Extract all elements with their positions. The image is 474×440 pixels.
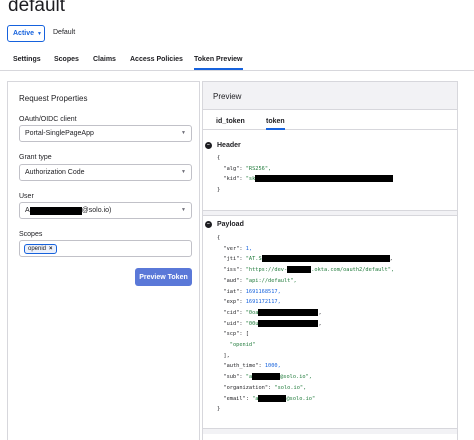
json-key: "scp": [ <box>223 331 249 338</box>
payload-json: { "ver": 1, "jti": "AT.S, "iss": "https:… <box>217 233 394 415</box>
json-value: 1, <box>245 245 253 252</box>
payload-section-title: Payload <box>217 221 244 228</box>
json-key: "cid": <box>223 309 246 316</box>
json-punct: , <box>389 256 393 263</box>
caret-down-icon: ▼ <box>181 130 186 136</box>
scopes-input[interactable]: openid × <box>19 240 192 257</box>
header-section-toggle[interactable]: − Header <box>205 142 241 149</box>
grant-type-value: Authorization Code <box>25 169 85 176</box>
json-value: 1691168517, <box>245 288 281 295</box>
redacted-block <box>255 175 394 183</box>
json-value: .okta.com/oauth2/default", <box>311 267 395 274</box>
json-value: "sk <box>245 176 256 183</box>
json-key: "uid": <box>223 320 246 327</box>
json-key: "jti": <box>223 256 246 263</box>
json-value: "solo.io", <box>274 384 307 391</box>
redacted-block <box>287 266 312 274</box>
json-value: "00u <box>245 320 259 327</box>
json-value: "https://dev- <box>245 267 288 274</box>
request-properties-card: Request Properties OAuth/OIDC client Por… <box>7 81 200 440</box>
redacted-block <box>29 206 82 215</box>
tab-access-policies[interactable]: Access Policies <box>130 56 183 63</box>
scope-chip: openid × <box>24 243 57 254</box>
json-key: "aud": <box>223 277 246 284</box>
scope-chip-label: openid <box>28 245 47 252</box>
request-properties-title: Request Properties <box>19 94 88 103</box>
status-label: Active <box>13 30 35 37</box>
json-value: "api://default", <box>245 277 297 284</box>
json-value: "0oa <box>245 309 259 316</box>
json-key: "ver": <box>223 245 246 252</box>
json-value: @solo.io", <box>280 374 312 381</box>
tab-id-token[interactable]: id_token <box>216 118 245 125</box>
header-json: { "alg": "RS256", "kid": "sk } <box>217 153 394 196</box>
json-key: "sub": <box>223 374 246 381</box>
header-section-title: Header <box>217 142 241 149</box>
grant-type-label: Grant type <box>19 154 52 161</box>
payload-section-toggle[interactable]: − Payload <box>205 221 244 228</box>
json-brace: { <box>217 155 221 161</box>
minus-circle-icon: − <box>205 142 212 149</box>
close-icon[interactable]: × <box>49 246 53 252</box>
json-punct: ], <box>223 352 230 359</box>
client-value: Portal-SinglePageApp <box>25 130 94 137</box>
redacted-block <box>258 319 319 327</box>
status-dropdown-button[interactable]: Active ▼ <box>7 25 45 42</box>
preview-title: Preview <box>213 92 242 101</box>
json-value: "openid" <box>229 342 256 349</box>
tab-token[interactable]: token <box>266 118 285 130</box>
json-value: 1000, <box>264 363 281 370</box>
caret-down-icon: ▼ <box>181 169 186 175</box>
redacted-block <box>252 373 281 381</box>
grant-type-select[interactable]: Authorization Code ▼ <box>19 164 192 181</box>
redacted-block <box>261 255 390 263</box>
json-punct: , <box>318 309 322 316</box>
json-brace: } <box>217 187 221 194</box>
token-subtabs: id_token token <box>203 110 457 130</box>
json-key: "kid": <box>223 176 246 183</box>
json-key: "email": <box>223 395 253 402</box>
redacted-block <box>258 308 319 316</box>
default-badge: Default <box>53 29 76 36</box>
json-value: "RS256", <box>245 165 272 172</box>
json-key: "alg": <box>223 165 246 172</box>
minus-circle-icon: − <box>205 221 212 228</box>
section-divider <box>203 210 457 216</box>
json-key: "iat": <box>223 288 246 295</box>
redacted-block <box>258 394 287 402</box>
json-value: "AT.S <box>245 256 262 263</box>
json-brace: } <box>217 406 221 413</box>
preview-header: Preview <box>203 82 457 110</box>
client-select[interactable]: Portal-SinglePageApp ▼ <box>19 125 192 142</box>
section-divider <box>203 428 457 434</box>
preview-token-button[interactable]: Preview Token <box>135 268 192 286</box>
client-label: OAuth/OIDC client <box>19 116 77 123</box>
tab-token-preview[interactable]: Token Preview <box>194 56 243 70</box>
tab-claims[interactable]: Claims <box>93 56 116 63</box>
user-value-suffix: @solo.io) <box>81 207 112 214</box>
scopes-label: Scopes <box>19 231 43 238</box>
user-label: User <box>19 193 34 200</box>
tab-scopes[interactable]: Scopes <box>54 56 79 63</box>
json-key: "auth_time": <box>223 363 265 370</box>
app-root: default Active ▼ Default Settings Scopes… <box>0 0 474 440</box>
tab-bar: Settings Scopes Claims Access Policies T… <box>0 54 474 71</box>
json-value: 1691172117, <box>245 299 281 306</box>
page-title: default <box>8 0 66 16</box>
tab-settings[interactable]: Settings <box>13 56 41 63</box>
user-select[interactable]: A @solo.io) ▼ <box>19 202 192 219</box>
json-brace: { <box>217 235 221 241</box>
caret-down-icon: ▼ <box>181 207 186 213</box>
json-key: "organization": <box>223 384 275 391</box>
chevron-down-icon: ▼ <box>37 30 42 37</box>
json-punct: , <box>318 320 322 327</box>
json-key: "iss": <box>223 267 246 274</box>
json-key: "exp": <box>223 299 246 306</box>
json-value: @solo.io" <box>286 395 316 402</box>
preview-card: Preview id_token token − Header { "alg":… <box>202 81 458 440</box>
